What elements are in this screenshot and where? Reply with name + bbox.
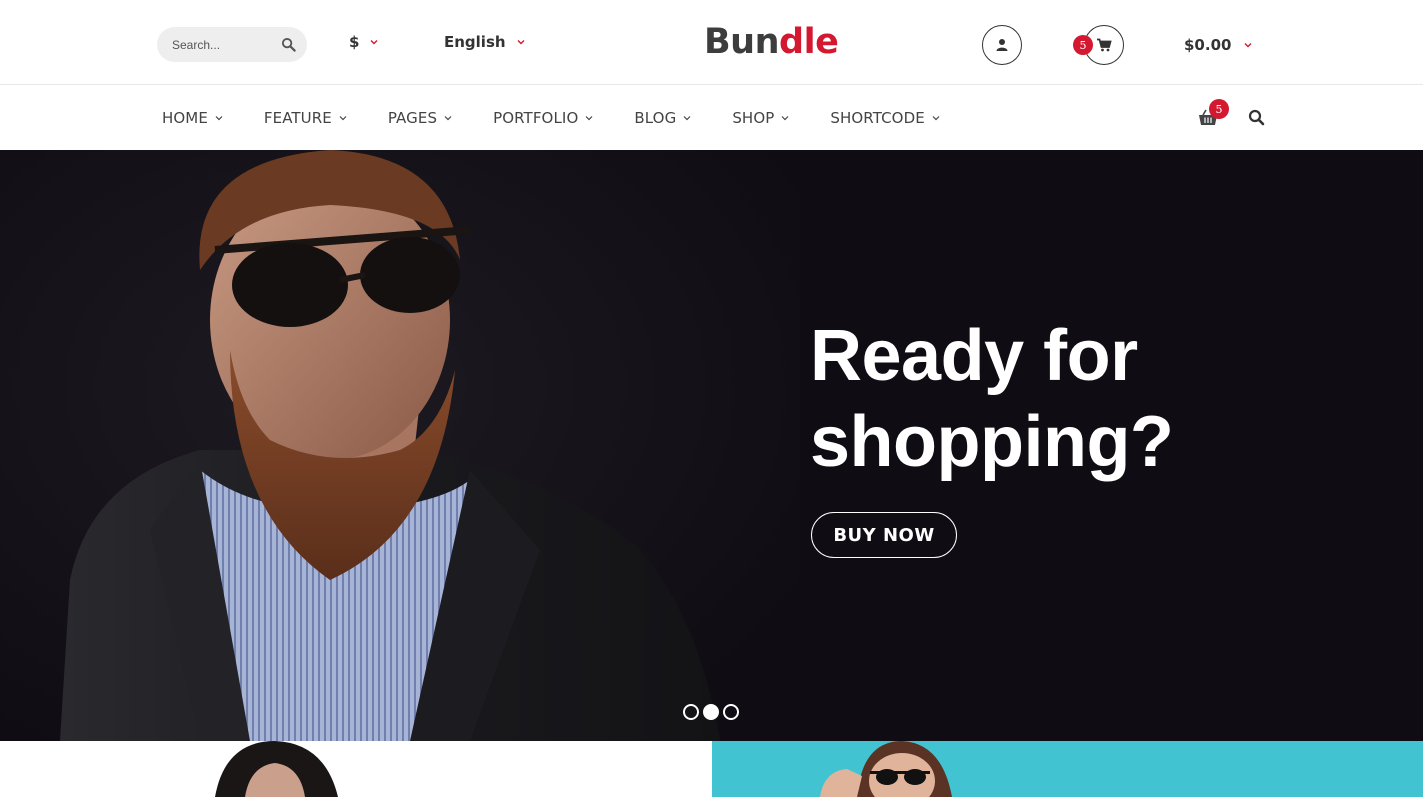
banner-image-woman <box>215 741 338 797</box>
chevron-down-icon <box>932 115 940 120</box>
cart-icon <box>1097 38 1112 52</box>
banner-image-woman-sunglasses <box>820 741 952 797</box>
chevron-down-icon <box>1244 43 1252 48</box>
hero-title-line-1: Ready for <box>810 316 1138 396</box>
cart-count-badge: 5 <box>1073 35 1093 55</box>
nav-item-label: HOME <box>162 108 208 127</box>
nav-item-blog[interactable]: BLOG <box>634 109 692 127</box>
hero-image-bearded-man <box>0 150 800 741</box>
hero-title-line-2: shopping? <box>810 402 1174 482</box>
nav-item-label: PAGES <box>387 108 438 127</box>
chevron-down-icon <box>683 115 691 120</box>
language-value: English <box>444 33 506 51</box>
nav-item-label: FEATURE <box>263 108 332 127</box>
nav-item-home[interactable]: HOME <box>162 109 224 127</box>
slider-dot-2[interactable] <box>703 704 719 720</box>
nav-menu: HOME FEATURE PAGES PORTFOLIO BLOG SHOP S… <box>162 85 981 150</box>
nav-item-label: SHOP <box>732 108 775 127</box>
banner-woman-portrait[interactable] <box>0 741 712 797</box>
nav-item-pages[interactable]: PAGES <box>388 109 453 127</box>
language-selector[interactable]: English <box>444 33 526 51</box>
chevron-down-icon <box>215 115 223 120</box>
chevron-down-icon <box>517 40 525 45</box>
basket-count-badge: 5 <box>1209 99 1229 119</box>
search-input[interactable] <box>157 27 277 62</box>
chevron-down-icon <box>339 115 347 120</box>
banner-woman-sunglasses[interactable] <box>712 741 1423 797</box>
nav-item-label: BLOG <box>634 108 677 127</box>
logo-text-dark: Bun <box>704 22 780 62</box>
chevron-down-icon <box>444 115 452 120</box>
cart-total-dropdown[interactable]: $0.00 <box>1184 36 1253 54</box>
nav-item-feature[interactable]: FEATURE <box>264 109 348 127</box>
hero-title: Ready for shopping? <box>810 313 1370 485</box>
slider-pagination <box>683 704 743 720</box>
search-box[interactable] <box>157 27 307 62</box>
currency-selector[interactable]: $ <box>349 33 379 51</box>
hero-slider: Ready for shopping? BUY NOW <box>0 150 1423 741</box>
cart-total: $0.00 <box>1184 36 1232 54</box>
nav-item-shop[interactable]: SHOP <box>732 109 790 127</box>
search-icon[interactable] <box>281 37 296 52</box>
buy-now-button[interactable]: BUY NOW <box>811 512 957 558</box>
slider-dot-3[interactable] <box>723 704 739 720</box>
chevron-down-icon <box>781 115 789 120</box>
slider-dot-1[interactable] <box>683 704 699 720</box>
nav-item-label: SHORTCODE <box>830 108 925 127</box>
site-logo[interactable]: Bundle <box>704 22 839 62</box>
nav-item-label: PORTFOLIO <box>493 108 579 127</box>
currency-value: $ <box>349 33 360 51</box>
chevron-down-icon <box>370 40 378 45</box>
top-header: $ English Bundle 5 $0.00 <box>0 0 1423 85</box>
user-icon <box>996 39 1008 51</box>
nav-item-shortcode[interactable]: SHORTCODE <box>830 109 940 127</box>
search-icon[interactable] <box>1248 109 1265 126</box>
chevron-down-icon <box>585 115 593 120</box>
nav-item-portfolio[interactable]: PORTFOLIO <box>493 109 594 127</box>
logo-text-red: dle <box>779 22 839 62</box>
main-navigation: HOME FEATURE PAGES PORTFOLIO BLOG SHOP S… <box>0 85 1423 150</box>
account-button[interactable] <box>982 25 1022 65</box>
